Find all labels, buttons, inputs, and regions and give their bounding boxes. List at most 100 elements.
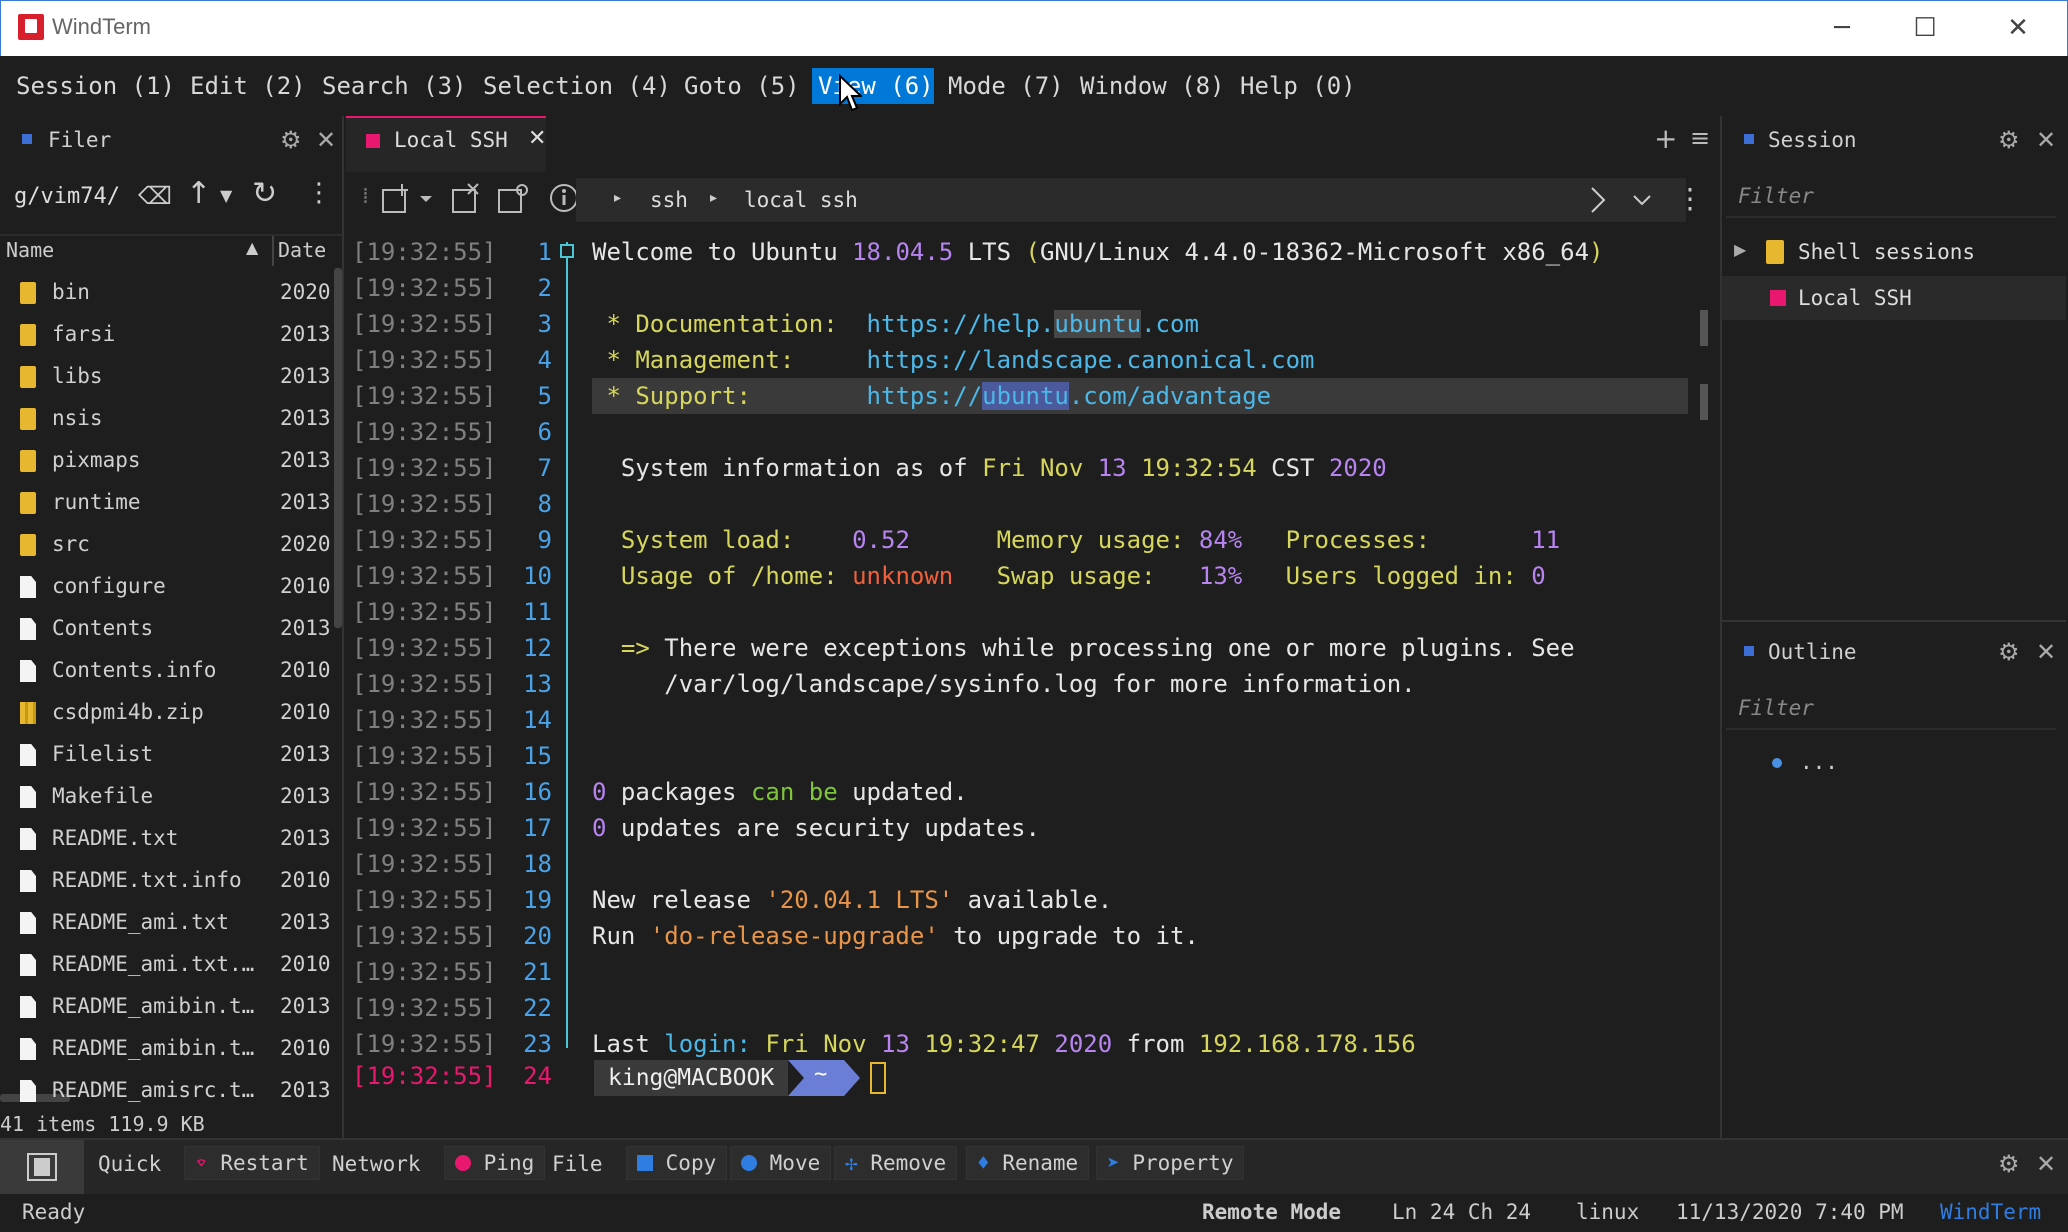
chevron-down-icon[interactable] [1630, 188, 1654, 212]
toolbar-settings-gear-icon[interactable]: ⚙ [1998, 1150, 2020, 1178]
filer-item[interactable]: farsi2013 [0, 314, 340, 356]
filer-item-name: farsi [52, 322, 115, 346]
outline-settings-gear-icon[interactable]: ⚙ [1998, 638, 2020, 666]
tab-close-icon[interactable]: ✕ [528, 126, 546, 151]
line-timestamp: [19:32:55] [352, 598, 497, 626]
session-filter-input[interactable]: Filter [1738, 184, 1814, 208]
session-settings-gear-icon[interactable]: ⚙ [1998, 126, 2020, 154]
close-window-button[interactable]: ✕ [1986, 6, 2050, 50]
terminal-scroll-marker[interactable] [1700, 384, 1708, 420]
copy-button[interactable]: Copy [626, 1146, 727, 1180]
remove-button[interactable]: ✢ Remove [834, 1146, 957, 1180]
status-mode[interactable]: Remote Mode [1202, 1200, 1341, 1224]
menu-window[interactable]: Window (8) [1080, 72, 1225, 100]
line-text: 0 packages can be updated. [592, 778, 968, 806]
line-number: 10 [492, 562, 552, 590]
expand-arrow-icon[interactable]: ▶ [1734, 240, 1746, 259]
filer-more-icon[interactable]: ⋮ [306, 178, 332, 208]
duplicate-session-icon[interactable] [496, 182, 530, 216]
ping-button[interactable]: Ping [444, 1146, 545, 1180]
filer-item[interactable]: configure2010 [0, 566, 340, 608]
filer-item[interactable]: libs2013 [0, 356, 340, 398]
file-icon [20, 954, 36, 976]
line-text: New release '20.04.1 LTS' available. [592, 886, 1112, 914]
menu-mode[interactable]: Mode (7) [948, 72, 1064, 100]
status-os[interactable]: linux [1576, 1200, 1639, 1224]
address-bar[interactable] [576, 178, 1686, 222]
breadcrumb-item[interactable]: local ssh [744, 188, 858, 212]
terminal-more-icon[interactable]: ⋮ [1676, 182, 1704, 215]
filer-item[interactable]: README.txt.info2010 [0, 860, 340, 902]
filer-col-date[interactable]: Date [278, 238, 326, 262]
menu-selection[interactable]: Selection (4) [483, 72, 671, 100]
outline-close-icon[interactable]: ✕ [2036, 638, 2056, 666]
new-session-icon[interactable] [380, 182, 440, 216]
prompt-timestamp: [19:32:55] [352, 1062, 497, 1090]
new-tab-button[interactable]: + [1654, 122, 1677, 155]
move-button[interactable]: Move [730, 1146, 831, 1180]
line-number: 20 [492, 922, 552, 950]
menu-help[interactable]: Help (0) [1240, 72, 1356, 100]
minimize-button[interactable]: ─ [1810, 6, 1874, 50]
status-app[interactable]: WindTerm [1940, 1200, 2041, 1224]
sort-asc-icon[interactable]: ▲ [246, 238, 258, 257]
menu-search[interactable]: Search (3) [322, 72, 467, 100]
filer-col-name[interactable]: Name [6, 238, 54, 262]
menu-session[interactable]: Session (1) [16, 72, 175, 100]
up-folder-icon[interactable]: ↑ [186, 176, 211, 211]
terminal-scroll-marker[interactable] [1700, 310, 1708, 346]
filer-item[interactable]: Makefile2013 [0, 776, 340, 818]
text-segment: .com/advantage [1069, 382, 1271, 410]
filer-item[interactable]: runtime2013 [0, 482, 340, 524]
panel-toggle-icon[interactable] [26, 1152, 58, 1182]
filer-item[interactable]: src2020 [0, 524, 340, 566]
maximize-button[interactable]: ☐ [1893, 6, 1957, 50]
panel-splitter[interactable] [1722, 620, 2066, 622]
line-timestamp: [19:32:55] [352, 526, 497, 554]
text-segment: Processes: [1242, 526, 1531, 554]
filer-item[interactable]: pixmaps2013 [0, 440, 340, 482]
rename-button[interactable]: ♦ Rename [966, 1146, 1089, 1180]
breadcrumb-item[interactable]: ssh [650, 188, 688, 212]
folder-icon [20, 492, 36, 514]
refresh-icon[interactable]: ↻ [252, 176, 277, 211]
history-dropdown-icon[interactable]: ▼ [220, 186, 232, 205]
outline-item[interactable]: ... [1800, 750, 1838, 774]
menu-edit[interactable]: Edit (2) [190, 72, 306, 100]
filer-close-icon[interactable]: ✕ [316, 126, 336, 154]
filer-path[interactable]: g/vim74/ [14, 184, 120, 209]
filer-item[interactable]: README_amibin.t…2013 [0, 986, 340, 1028]
filer-item[interactable]: README_amibin.t…2010 [0, 1028, 340, 1070]
rename-pin-icon: ♦ [977, 1151, 990, 1175]
filer-item[interactable]: Contents.info2010 [0, 650, 340, 692]
file-icon [20, 660, 36, 682]
menu-goto[interactable]: Goto (5) [684, 72, 800, 100]
go-forward-icon[interactable] [1586, 184, 1610, 216]
filer-item[interactable]: Contents2013 [0, 608, 340, 650]
filer-item[interactable]: bin2020 [0, 272, 340, 314]
outline-filter-input[interactable]: Filter [1738, 696, 1814, 720]
session-item-local-ssh[interactable]: Local SSH [1798, 286, 1912, 310]
session-group-shell[interactable]: Shell sessions [1798, 240, 1975, 264]
menu-view[interactable]: View (6) [812, 68, 934, 104]
filer-settings-gear-icon[interactable]: ⚙ [280, 126, 302, 154]
session-close-icon[interactable]: ✕ [2036, 126, 2056, 154]
filer-item[interactable]: csdpmi4b.zip2010 [0, 692, 340, 734]
restart-button[interactable]: ⌔ Restart [184, 1146, 320, 1180]
status-position[interactable]: Ln 24 Ch 24 [1392, 1200, 1531, 1224]
filer-item[interactable]: README_amisrc.t…2013 [0, 1070, 340, 1112]
filer-item[interactable]: README_ami.txt2013 [0, 902, 340, 944]
column-separator[interactable] [272, 236, 274, 266]
text-segment: 'do-release-upgrade' [650, 922, 939, 950]
filer-item[interactable]: Filelist2013 [0, 734, 340, 776]
tab-menu-icon[interactable]: ≡ [1690, 124, 1710, 152]
network-label: Network [332, 1152, 421, 1176]
property-button[interactable]: ➤ Property [1096, 1146, 1244, 1180]
clear-path-icon[interactable]: ⌫ [138, 182, 172, 210]
filer-item[interactable]: README_ami.txt.…2010 [0, 944, 340, 986]
filer-item[interactable]: nsis2013 [0, 398, 340, 440]
toolbar-close-icon[interactable]: ✕ [2036, 1150, 2056, 1178]
text-segment: LTS [953, 238, 1025, 266]
close-session-icon[interactable] [450, 182, 482, 216]
filer-item[interactable]: README.txt2013 [0, 818, 340, 860]
